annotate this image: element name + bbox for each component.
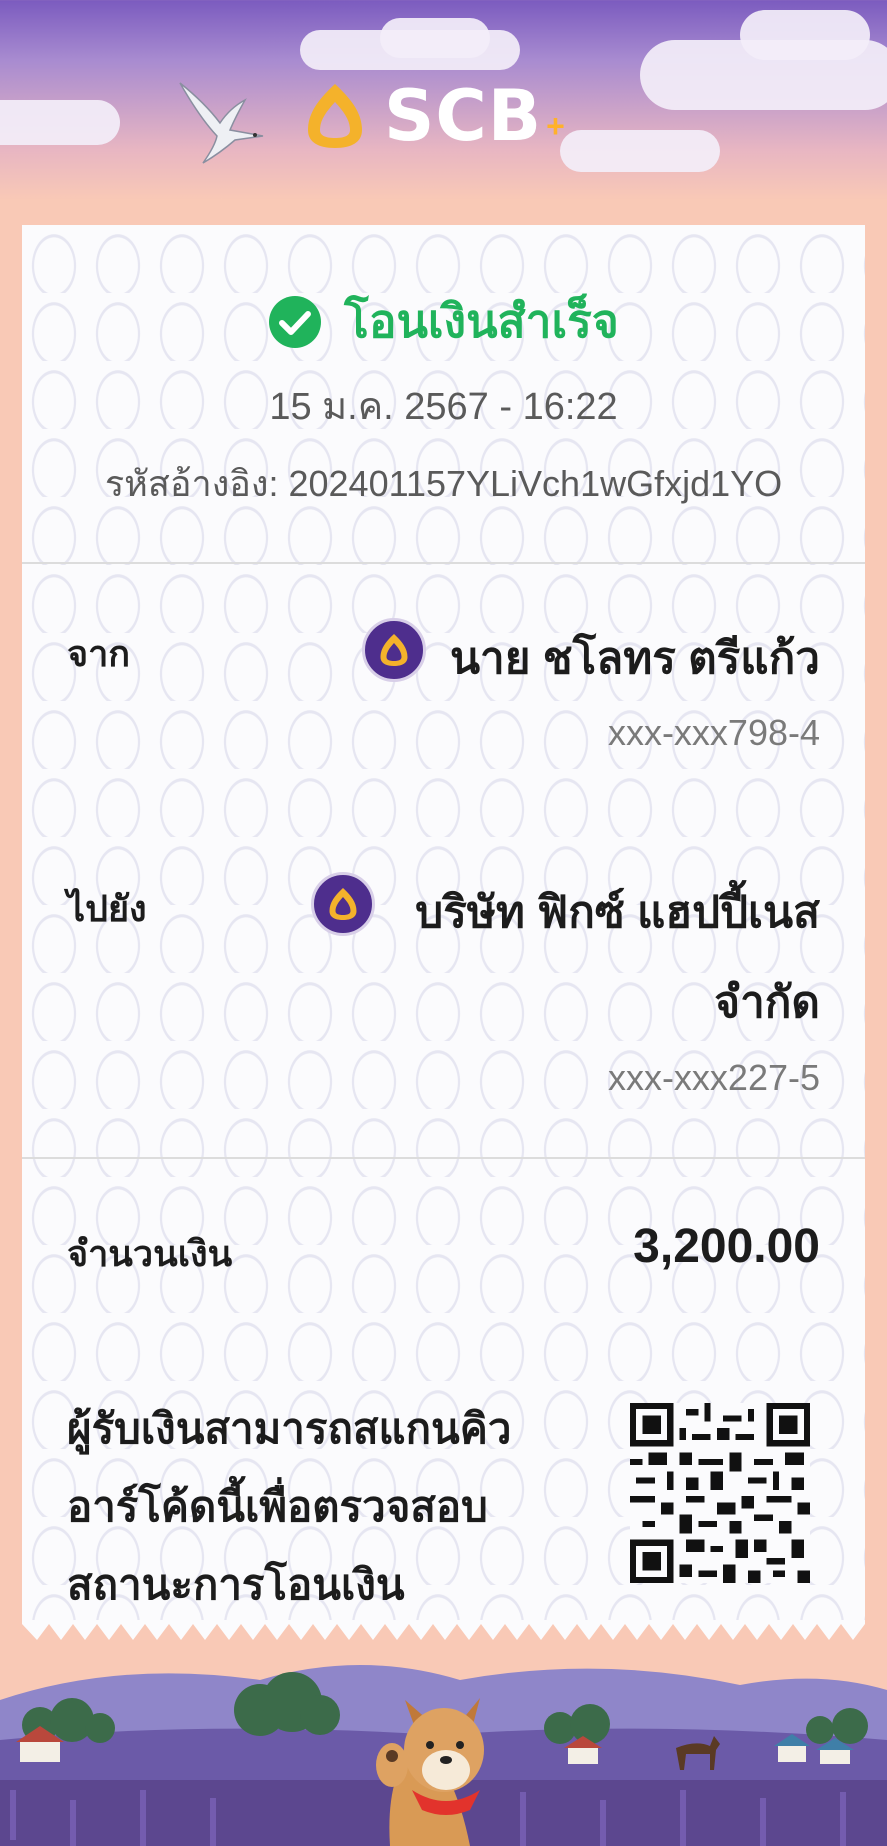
sender-bank-icon (362, 618, 426, 682)
lavender-field-illustration (0, 1665, 887, 1846)
qr-instruction-line: ผู้รับเงินสามารถสแกนคิว (67, 1405, 512, 1452)
cloud (560, 130, 720, 172)
divider (22, 562, 865, 564)
scb-logo-icon (308, 84, 362, 148)
receipt-card: โอนเงินสำเร็จ 15 ม.ค. 2567 - 16:22 รหัสอ… (22, 225, 865, 1620)
divider (22, 1157, 865, 1159)
amount-label: จำนวนเงิน (67, 1233, 233, 1274)
header: SCB + (0, 0, 887, 225)
recipient-account: xxx-xxx227-5 (607, 1057, 820, 1098)
check-circle-icon (269, 295, 322, 348)
transaction-datetime: 15 ม.ค. 2567 - 16:22 (269, 386, 618, 428)
qr-instruction: ผู้รับเงินสามารถสแกนคิว อาร์โค้ดนี้เพื่อ… (67, 1390, 567, 1624)
recipient-name-line2: จำกัด (714, 978, 820, 1027)
from-label: จาก (67, 633, 131, 674)
bird-icon (179, 82, 264, 164)
recipient-name-line1: บริษัท ฟิกซ์ แฮปปี้เนส (415, 888, 820, 937)
status-row: โอนเงินสำเร็จ (22, 285, 865, 358)
cloud (740, 10, 870, 60)
scb-logo: SCB + (300, 75, 565, 157)
cloud (380, 18, 490, 58)
cloud (0, 100, 120, 145)
scb-plus-mark: + (546, 107, 565, 144)
reference-code: รหัสอ้างอิง: 202401157YLiVch1wGfxjd1YO (104, 463, 783, 504)
qr-code[interactable] (630, 1403, 810, 1583)
sender-name: นาย ชโลทร ตรีแก้ว (449, 634, 820, 683)
to-label: ไปยัง (67, 888, 147, 929)
qr-instruction-line: สถานะการโอนเงิน (67, 1561, 405, 1608)
scb-logo-text: SCB (384, 75, 543, 157)
amount-value: 3,200.00 (633, 1220, 820, 1273)
receipt-tear-edge (22, 1620, 865, 1640)
recipient-bank-icon (311, 872, 375, 936)
sender-account: xxx-xxx798-4 (607, 712, 820, 753)
qr-instruction-line: อาร์โค้ดนี้เพื่อตรวจสอบ (67, 1483, 488, 1530)
status-title: โอนเงินสำเร็จ (344, 295, 619, 347)
